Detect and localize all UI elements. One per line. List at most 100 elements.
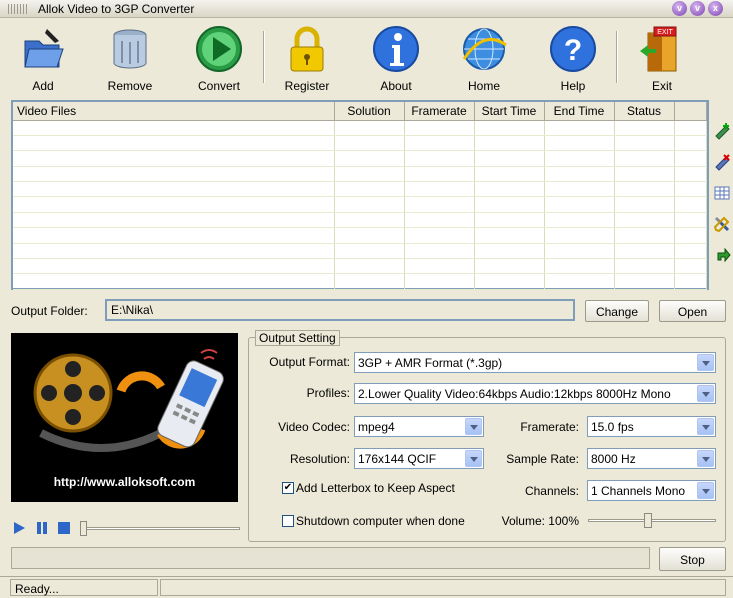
table-row[interactable] [13, 150, 707, 167]
add-button[interactable]: Add [8, 25, 78, 95]
open-button[interactable]: Open [659, 300, 726, 322]
framerate-select[interactable]: 15.0 fps [587, 416, 716, 437]
chevron-down-icon[interactable] [465, 418, 482, 435]
column-header-start-time[interactable]: Start Time [473, 102, 545, 121]
toolbar-separator [263, 31, 265, 83]
table-row[interactable] [13, 243, 707, 260]
table-cell [334, 196, 405, 213]
table-cell [474, 227, 545, 244]
table-cell [674, 150, 707, 167]
minimize-button[interactable]: v [672, 1, 687, 16]
table-row[interactable] [13, 135, 707, 152]
close-button[interactable]: x [708, 1, 723, 16]
play-icon[interactable] [12, 521, 26, 535]
stop-icon[interactable] [57, 521, 71, 535]
column-header-solution[interactable]: Solution [333, 102, 405, 121]
column-header-status[interactable]: Status [613, 102, 675, 121]
table-cell [474, 273, 545, 290]
change-button[interactable]: Change [585, 300, 649, 322]
remove-button[interactable]: Remove [95, 25, 165, 95]
about-button[interactable]: About [361, 25, 431, 95]
help-button[interactable]: ? Help [538, 25, 608, 95]
output-folder-field[interactable]: E:\Nika\ [105, 299, 575, 321]
resolution-label: Resolution: [289, 452, 350, 466]
letterbox-checkbox[interactable]: ✔ [282, 482, 294, 494]
register-button[interactable]: Register [272, 25, 342, 95]
title-bar[interactable]: Allok Video to 3GP Converter v v x [0, 0, 733, 18]
column-header-framerate[interactable]: Framerate [403, 102, 475, 121]
file-list-body [13, 120, 707, 290]
playback-seek-track[interactable] [80, 527, 240, 530]
table-cell [13, 181, 335, 198]
column-header-end-time[interactable]: End Time [543, 102, 615, 121]
exit-button[interactable]: EXIT Exit [627, 25, 697, 95]
toolbar-separator [616, 31, 618, 83]
lock-icon [283, 25, 331, 73]
table-cell [674, 135, 707, 152]
video-file-list[interactable]: Video Files Solution Framerate Start Tim… [11, 100, 709, 290]
shutdown-checkbox[interactable] [282, 515, 294, 527]
toolbar: Add Remove Convert Register About Home ? [0, 19, 733, 97]
chevron-down-icon[interactable] [697, 354, 714, 371]
output-format-select[interactable]: 3GP + AMR Format (*.3gp) [354, 352, 716, 373]
home-button[interactable]: Home [449, 25, 519, 95]
info-icon [372, 25, 420, 73]
framerate-label: Framerate: [520, 420, 579, 434]
letterbox-label: Add Letterbox to Keep Aspect [296, 481, 455, 495]
sample-rate-select[interactable]: 8000 Hz [587, 448, 716, 469]
table-row[interactable] [13, 196, 707, 213]
table-cell [614, 243, 675, 260]
convert-button[interactable]: Convert [184, 25, 254, 95]
volume-label: Volume: 100% [501, 514, 579, 528]
table-cell [404, 227, 475, 244]
window-title: Allok Video to 3GP Converter [38, 2, 195, 16]
resolution-select[interactable]: 176x144 QCIF [354, 448, 484, 469]
table-cell [334, 181, 405, 198]
remove-label: Remove [107, 79, 153, 93]
chevron-down-icon[interactable] [697, 418, 714, 435]
remove-item-icon[interactable] [713, 153, 731, 171]
table-row[interactable] [13, 227, 707, 244]
table-cell [13, 135, 335, 152]
table-row[interactable] [13, 273, 707, 290]
settings-tools-icon[interactable] [713, 215, 731, 233]
table-cell [674, 196, 707, 213]
chevron-down-icon[interactable] [697, 450, 714, 467]
column-header-video-files[interactable]: Video Files [13, 102, 335, 121]
table-cell [614, 181, 675, 198]
chevron-down-icon[interactable] [697, 482, 714, 499]
channels-select[interactable]: 1 Channels Mono [587, 480, 716, 501]
table-row[interactable] [13, 258, 707, 275]
chevron-down-icon[interactable] [697, 385, 714, 402]
table-cell [544, 212, 615, 229]
pause-icon[interactable] [35, 521, 49, 535]
table-cell [474, 181, 545, 198]
table-cell [13, 196, 335, 213]
table-cell [334, 150, 405, 167]
undo-arrow-icon[interactable] [713, 246, 731, 264]
table-cell [544, 135, 615, 152]
table-cell [674, 258, 707, 275]
table-cell [13, 166, 335, 183]
check-mark-icon: ✔ [283, 482, 293, 493]
add-item-icon[interactable] [713, 122, 731, 140]
table-row[interactable] [13, 212, 707, 229]
chevron-down-icon[interactable] [465, 450, 482, 467]
grid-icon[interactable] [713, 184, 731, 202]
table-cell [544, 258, 615, 275]
table-cell [334, 258, 405, 275]
table-cell [404, 135, 475, 152]
table-cell [404, 212, 475, 229]
video-codec-select[interactable]: mpeg4 [354, 416, 484, 437]
stop-button[interactable]: Stop [659, 547, 726, 571]
profiles-label: Profiles: [306, 386, 350, 400]
profiles-select[interactable]: 2.Lower Quality Video:64kbps Audio:12kbp… [354, 383, 716, 404]
playback-seek-thumb[interactable] [80, 521, 87, 536]
table-row[interactable] [13, 181, 707, 198]
volume-slider-thumb[interactable] [644, 513, 653, 528]
table-row[interactable] [13, 166, 707, 183]
table-row[interactable] [13, 120, 707, 136]
maximize-button[interactable]: v [690, 1, 705, 16]
table-cell [334, 212, 405, 229]
film-phone-logo-icon [33, 349, 224, 452]
